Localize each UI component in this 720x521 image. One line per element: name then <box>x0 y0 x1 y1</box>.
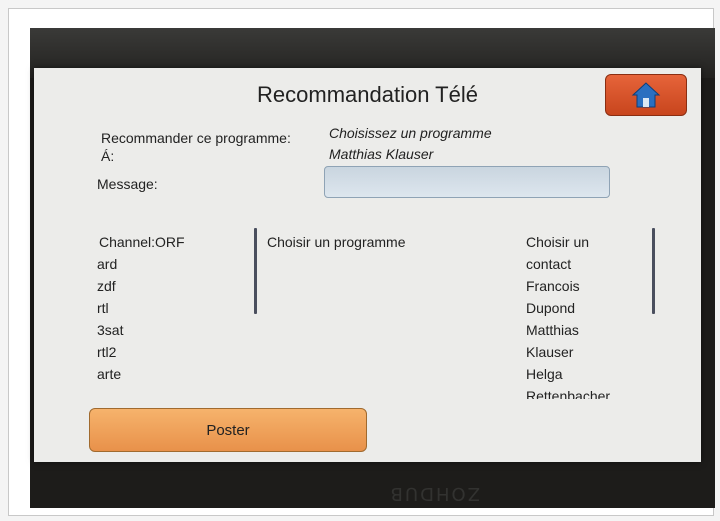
channel-list[interactable]: Channel:ORF ard zdf rtl 3sat rtl2 arte <box>97 231 185 385</box>
app-screen: Recommandation Télé Recommander ce progr… <box>34 68 701 462</box>
program-list[interactable]: Choisir un programme <box>267 231 406 253</box>
contact-item[interactable]: Francois <box>526 275 610 297</box>
recommend-label: Recommander ce programme: <box>101 130 291 146</box>
channel-item[interactable]: 3sat <box>97 319 185 341</box>
contact-item[interactable]: Klauser <box>526 341 610 363</box>
message-label: Message: <box>97 176 158 192</box>
contact-header-line: contact <box>526 256 572 272</box>
recipient-label: Á: <box>101 148 115 164</box>
channel-item[interactable]: rtl <box>97 297 185 319</box>
program-placeholder[interactable]: Choisir un programme <box>267 231 406 253</box>
contact-list[interactable]: Choisir un contact Francois Dupond Matth… <box>526 231 610 399</box>
contact-item[interactable]: Helga <box>526 363 610 385</box>
recipient-value[interactable]: Matthias Klauser <box>329 146 433 162</box>
message-input[interactable] <box>324 166 610 198</box>
recommend-program-value[interactable]: Choisissez un programme <box>329 125 492 141</box>
contact-header-line: Choisir un <box>526 234 590 250</box>
channel-item[interactable]: rtl2 <box>97 341 185 363</box>
channel-item[interactable]: arte <box>97 363 185 385</box>
channel-item[interactable]: Channel:ORF <box>99 231 185 253</box>
bezel-reflection-text: ZOHDUB <box>388 483 480 504</box>
home-icon <box>631 82 661 108</box>
page-title: Recommandation Télé <box>257 82 478 107</box>
contact-item[interactable]: Dupond <box>526 297 610 319</box>
contact-item[interactable]: Rettenbacher <box>526 385 610 399</box>
channel-item[interactable]: zdf <box>97 275 185 297</box>
contact-scrollbar[interactable] <box>652 228 655 314</box>
channel-scrollbar[interactable] <box>254 228 257 314</box>
poster-button[interactable]: Poster <box>89 408 367 452</box>
contact-item[interactable]: Matthias <box>526 319 610 341</box>
home-button[interactable] <box>605 74 687 116</box>
channel-item[interactable]: ard <box>97 253 185 275</box>
